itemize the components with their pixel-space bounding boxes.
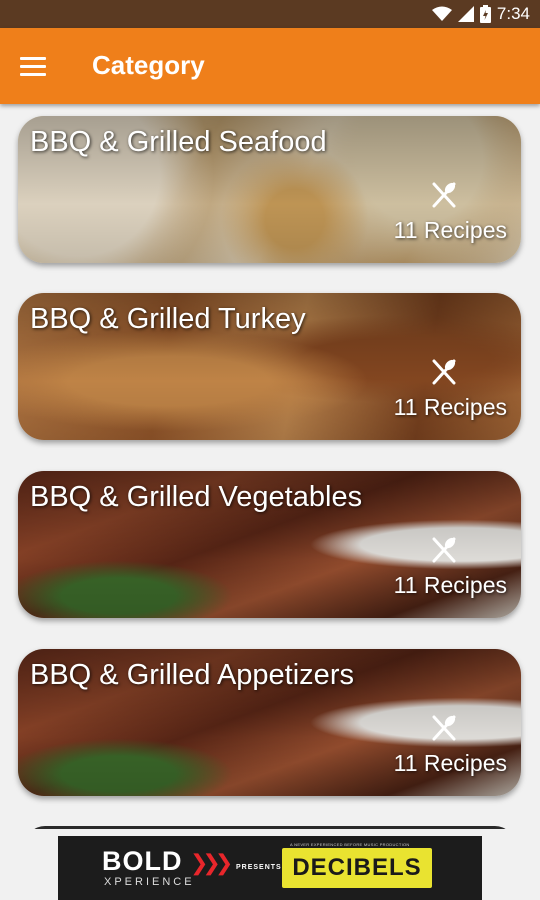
status-bar: 7:34 xyxy=(0,0,540,28)
category-title: BBQ & Grilled Vegetables xyxy=(30,481,363,513)
page-title: Category xyxy=(92,50,205,80)
chevron-right-icon: ❯❯❯ xyxy=(190,850,233,875)
hamburger-menu-icon[interactable] xyxy=(14,48,50,84)
status-time: 7:34 xyxy=(496,4,530,23)
status-icons: 7:34 xyxy=(431,3,530,25)
ad-banner[interactable]: BOLD ❯❯❯ XPERIENCE PRESENTS A NEVER EXPE… xyxy=(58,836,482,900)
ad-event: DECIBELS xyxy=(282,848,432,888)
category-title: BBQ & Grilled Turkey xyxy=(30,303,306,335)
wifi-icon xyxy=(431,6,452,21)
category-card-partial[interactable] xyxy=(25,826,515,829)
ad-tagline: A NEVER EXPERIENCED BEFORE MUSIC PRODUCT… xyxy=(290,842,410,847)
category-card-vegetables[interactable]: BBQ & Grilled Vegetables 11 Recipes xyxy=(18,471,521,618)
ad-presents: PRESENTS xyxy=(236,864,282,871)
fork-knife-icon xyxy=(432,182,456,208)
recipe-count: 11 Recipes xyxy=(393,750,507,776)
recipe-count: 11 Recipes xyxy=(393,217,507,243)
ad-brand: BOLD xyxy=(102,846,183,876)
ad-brand-sub: XPERIENCE xyxy=(104,876,195,888)
fork-knife-icon xyxy=(432,715,456,741)
category-card-turkey[interactable]: BBQ & Grilled Turkey 11 Recipes xyxy=(18,293,521,440)
category-list[interactable]: BBQ & Grilled Seafood 11 Recipes BBQ & G… xyxy=(0,104,540,829)
signal-icon xyxy=(457,6,474,22)
recipe-count: 11 Recipes xyxy=(393,394,507,420)
battery-icon xyxy=(479,5,491,23)
category-title: BBQ & Grilled Appetizers xyxy=(30,659,354,691)
category-card-seafood[interactable]: BBQ & Grilled Seafood 11 Recipes xyxy=(18,116,521,263)
app-bar: Category xyxy=(0,28,540,104)
fork-knife-icon xyxy=(432,537,456,563)
recipe-count: 11 Recipes xyxy=(393,572,507,598)
fork-knife-icon xyxy=(432,359,456,385)
category-title: BBQ & Grilled Seafood xyxy=(30,126,327,158)
category-card-appetizers[interactable]: BBQ & Grilled Appetizers 11 Recipes xyxy=(18,649,521,796)
